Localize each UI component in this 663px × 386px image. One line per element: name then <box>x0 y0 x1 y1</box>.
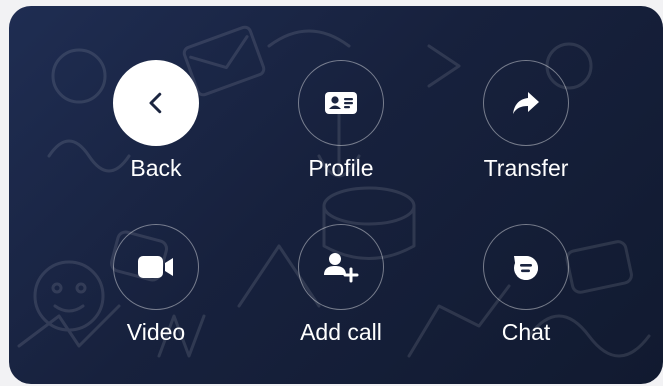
chat-label: Chat <box>501 319 551 345</box>
back-button-circle[interactable] <box>113 60 199 146</box>
call-actions-panel: Back Profile Transfer Video Add call Cha… <box>9 6 663 384</box>
id-card-icon <box>325 92 357 114</box>
add-call-button[interactable]: Add call <box>261 224 421 346</box>
chevron-left-icon <box>149 92 162 114</box>
video-label: Video <box>126 319 186 345</box>
add-call-label: Add call <box>300 319 382 345</box>
add-person-icon <box>324 253 359 283</box>
chat-button[interactable]: Chat <box>446 224 606 346</box>
chat-button-circle[interactable] <box>483 224 569 310</box>
transfer-button-circle[interactable] <box>483 60 569 146</box>
chat-bubble-icon <box>514 256 538 280</box>
profile-button[interactable]: Profile <box>261 60 421 182</box>
add-call-button-circle[interactable] <box>298 224 384 310</box>
profile-label: Profile <box>308 155 374 181</box>
back-label: Back <box>130 155 182 181</box>
forward-arrow-icon <box>513 92 539 114</box>
video-button[interactable]: Video <box>76 224 236 346</box>
transfer-button[interactable]: Transfer <box>446 60 606 182</box>
action-grid: Back Profile Transfer Video Add call Cha… <box>9 6 663 384</box>
transfer-label: Transfer <box>483 155 569 181</box>
back-button[interactable]: Back <box>76 60 236 182</box>
video-button-circle[interactable] <box>113 224 199 310</box>
video-camera-icon <box>138 256 173 278</box>
profile-button-circle[interactable] <box>298 60 384 146</box>
